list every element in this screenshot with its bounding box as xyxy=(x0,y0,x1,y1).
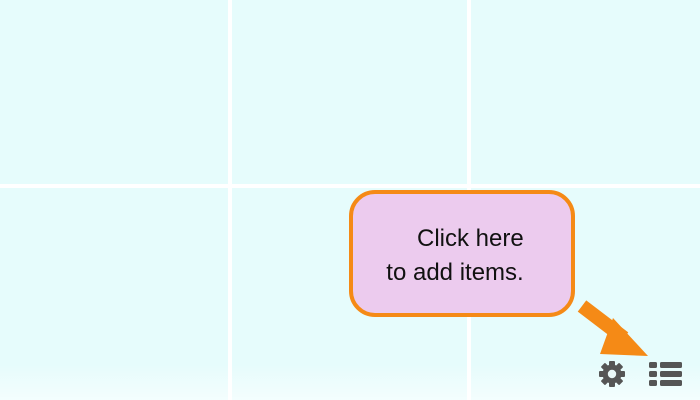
bottom-bar-fade xyxy=(0,364,700,400)
settings-button[interactable] xyxy=(596,358,628,390)
callout-text: Click here to add items. xyxy=(386,218,537,290)
grid-divider-vertical xyxy=(228,0,232,400)
grid-divider-horizontal xyxy=(0,184,700,188)
arrow-down-right-icon xyxy=(577,300,648,356)
gear-icon xyxy=(599,361,625,387)
callout-line-1: Click here xyxy=(417,224,524,252)
items-list-button[interactable] xyxy=(646,358,684,390)
callout-line-2: to add items. xyxy=(386,258,524,286)
add-items-callout: Click here to add items. xyxy=(349,190,575,317)
list-icon xyxy=(649,362,682,386)
